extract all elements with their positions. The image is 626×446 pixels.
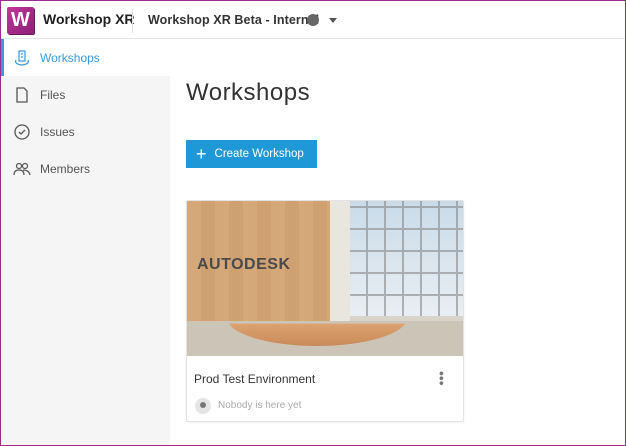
sidebar-item-label: Files <box>40 87 66 102</box>
chevron-down-icon[interactable] <box>329 18 337 23</box>
project-selector[interactable]: Workshop XR Beta - Internal <box>148 13 319 27</box>
sidebar-item-label: Issues <box>40 124 75 139</box>
workshop-thumbnail[interactable]: AUTODESK <box>187 201 463 356</box>
divider <box>132 9 133 33</box>
building-icon <box>15 49 29 66</box>
globe-icon <box>307 14 319 26</box>
plus-icon: + <box>196 144 207 164</box>
check-circle-icon <box>14 123 30 140</box>
sidebar-item-issues[interactable]: Issues <box>1 113 170 150</box>
app-name: Workshop XR <box>43 11 135 27</box>
more-options-icon[interactable]: ••• <box>434 371 450 386</box>
avatar <box>195 398 211 414</box>
page-title: Workshops <box>186 79 311 106</box>
sidebar-item-files[interactable]: Files <box>1 76 170 113</box>
thumbnail-logo: AUTODESK <box>197 256 291 273</box>
thumbnail-column <box>330 201 350 331</box>
main-content: Workshops + Create Workshop AUTODESK Pro… <box>170 39 625 445</box>
thumbnail-window <box>350 201 463 316</box>
users-icon <box>13 162 31 175</box>
create-workshop-label: Create Workshop <box>214 148 304 160</box>
top-header: W Workshop XR Workshop XR Beta - Interna… <box>1 1 625 39</box>
sidebar-item-label: Workshops <box>40 50 100 65</box>
sidebar-item-workshops[interactable]: Workshops <box>1 39 170 76</box>
sidebar: Workshops Files Issues Members <box>1 39 170 445</box>
sidebar-item-members[interactable]: Members <box>1 150 170 187</box>
create-workshop-button[interactable]: + Create Workshop <box>186 140 317 168</box>
app-logo[interactable]: W <box>7 7 34 34</box>
workshop-name: Prod Test Environment <box>194 372 316 386</box>
workshop-card[interactable]: AUTODESK Prod Test Environment ••• Nobod… <box>186 200 464 422</box>
file-icon <box>16 86 28 103</box>
sidebar-item-label: Members <box>40 161 91 176</box>
presence-status: Nobody is here yet <box>218 400 302 411</box>
